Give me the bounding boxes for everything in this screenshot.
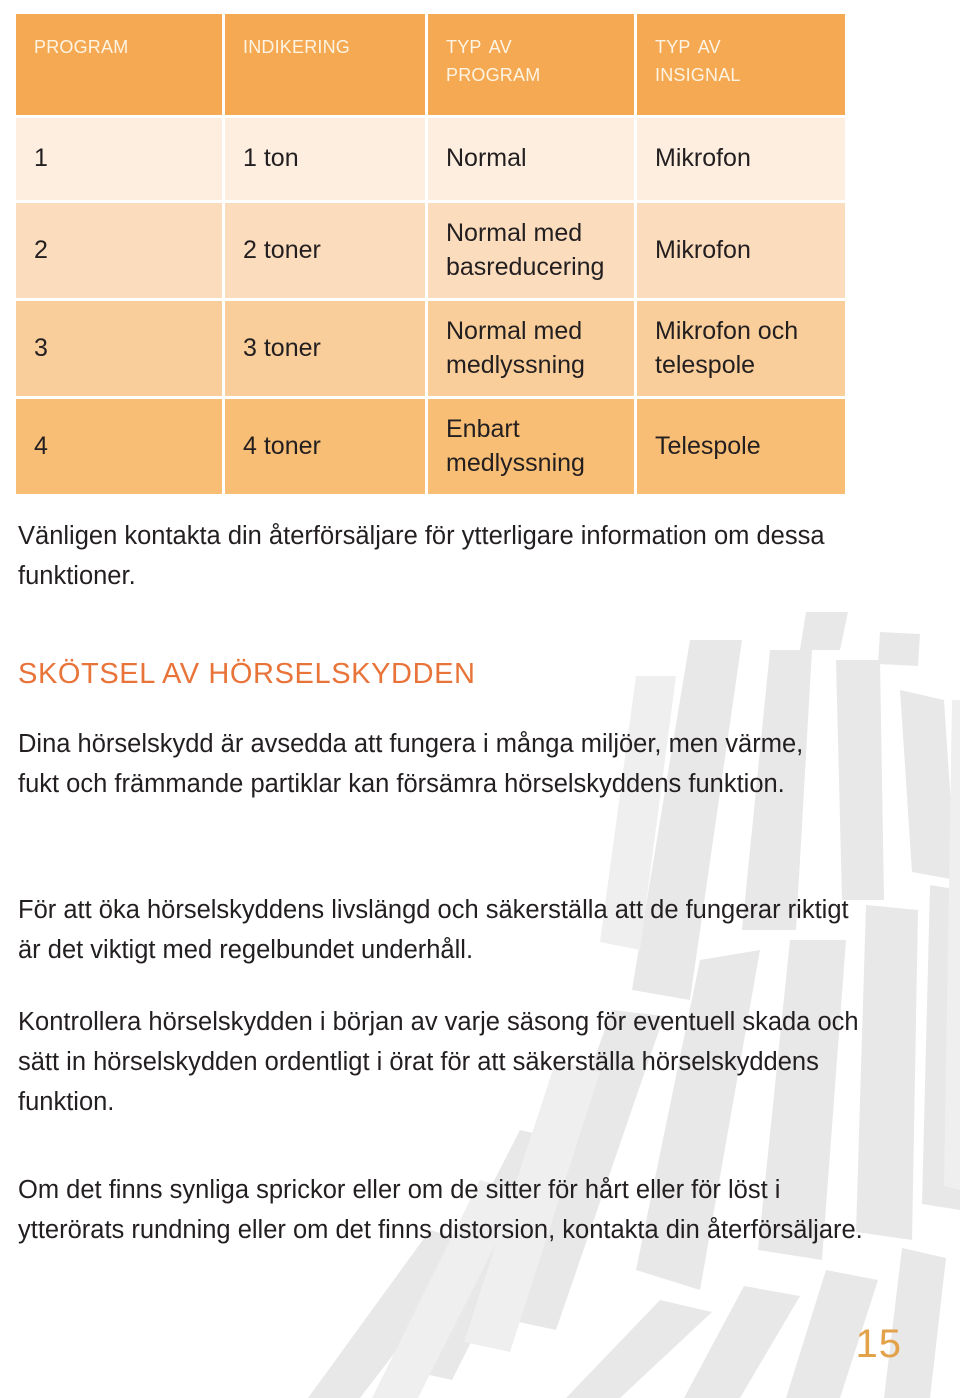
cell-program: 4 (16, 399, 222, 494)
column-header-typ-av-insignal-line1: Typ av (655, 31, 721, 59)
care-paragraph-3: Kontrollera hörselskydden i början av va… (18, 1008, 859, 1116)
cell-typ-av-program: Normal (428, 118, 634, 200)
column-header-indikering-label: Indikering (243, 31, 351, 59)
program-table: Program Indikering Typ av program Typ av… (13, 11, 848, 497)
care-paragraph-1: Dina hörselskydd är avsedda att fungera … (18, 730, 804, 798)
cell-typ-av-insignal: Mikrofon (637, 118, 845, 200)
cell-indikering: 1 ton (225, 118, 425, 200)
cell-program: 1 (16, 118, 222, 200)
program-table-container: Program Indikering Typ av program Typ av… (16, 14, 848, 494)
intro-paragraph: Vänligen kontakta din återförsäljare för… (18, 522, 825, 590)
column-header-typ-av-program-line1: Typ av (446, 31, 512, 59)
table-row: 2 2 toner Normal med basreducering Mikro… (16, 203, 845, 298)
cell-indikering: 4 toner (225, 399, 425, 494)
care-paragraph-2-block: För att öka hörselskyddens livslängd och… (18, 890, 870, 998)
column-header-typ-av-insignal-line2: insignal (655, 59, 741, 87)
cell-typ-av-program: Enbart medlyssning (428, 399, 634, 494)
table-row: 1 1 ton Normal Mikrofon (16, 118, 845, 200)
cell-program: 2 (16, 203, 222, 298)
table-body: 1 1 ton Normal Mikrofon 2 2 toner Normal… (16, 118, 845, 494)
care-paragraph-4: Om det finns synliga sprickor eller om d… (18, 1176, 863, 1244)
care-paragraph-1-block: Dina hörselskydd är avsedda att fungera … (18, 724, 830, 832)
care-paragraph-2: För att öka hörselskyddens livslängd och… (18, 896, 849, 964)
table-row: 4 4 toner Enbart medlyssning Telespole (16, 399, 845, 494)
intro-text-block: Vänligen kontakta din återförsäljare för… (18, 516, 878, 624)
cell-indikering: 2 toner (225, 203, 425, 298)
cell-program: 3 (16, 301, 222, 396)
care-paragraph-3-block: Kontrollera hörselskydden i början av va… (18, 1002, 890, 1150)
column-header-typ-av-program-line2: program (446, 59, 541, 87)
cell-typ-av-program: Normal med basreducering (428, 203, 634, 298)
column-header-typ-av-program: Typ av program (428, 14, 634, 115)
column-header-indikering: Indikering (225, 14, 425, 115)
column-header-program-label: Program (34, 31, 129, 59)
cell-typ-av-insignal: Mikrofon (637, 203, 845, 298)
page-content: Program Indikering Typ av program Typ av… (0, 0, 960, 1398)
section-heading: SKÖTSEL AV HÖRSELSKYDDEN (18, 658, 476, 690)
table-row: 3 3 toner Normal med medlyssning Mikrofo… (16, 301, 845, 396)
cell-typ-av-insignal: Telespole (637, 399, 845, 494)
cell-typ-av-program: Normal med medlyssning (428, 301, 634, 396)
care-paragraph-4-block: Om det finns synliga sprickor eller om d… (18, 1170, 882, 1278)
column-header-typ-av-insignal: Typ av insignal (637, 14, 845, 115)
column-header-program: Program (16, 14, 222, 115)
table-header-row: Program Indikering Typ av program Typ av… (16, 14, 845, 115)
table-header: Program Indikering Typ av program Typ av… (16, 14, 845, 115)
page-number: 15 (855, 1322, 902, 1366)
cell-typ-av-insignal: Mikrofon och telespole (637, 301, 845, 396)
cell-indikering: 3 toner (225, 301, 425, 396)
